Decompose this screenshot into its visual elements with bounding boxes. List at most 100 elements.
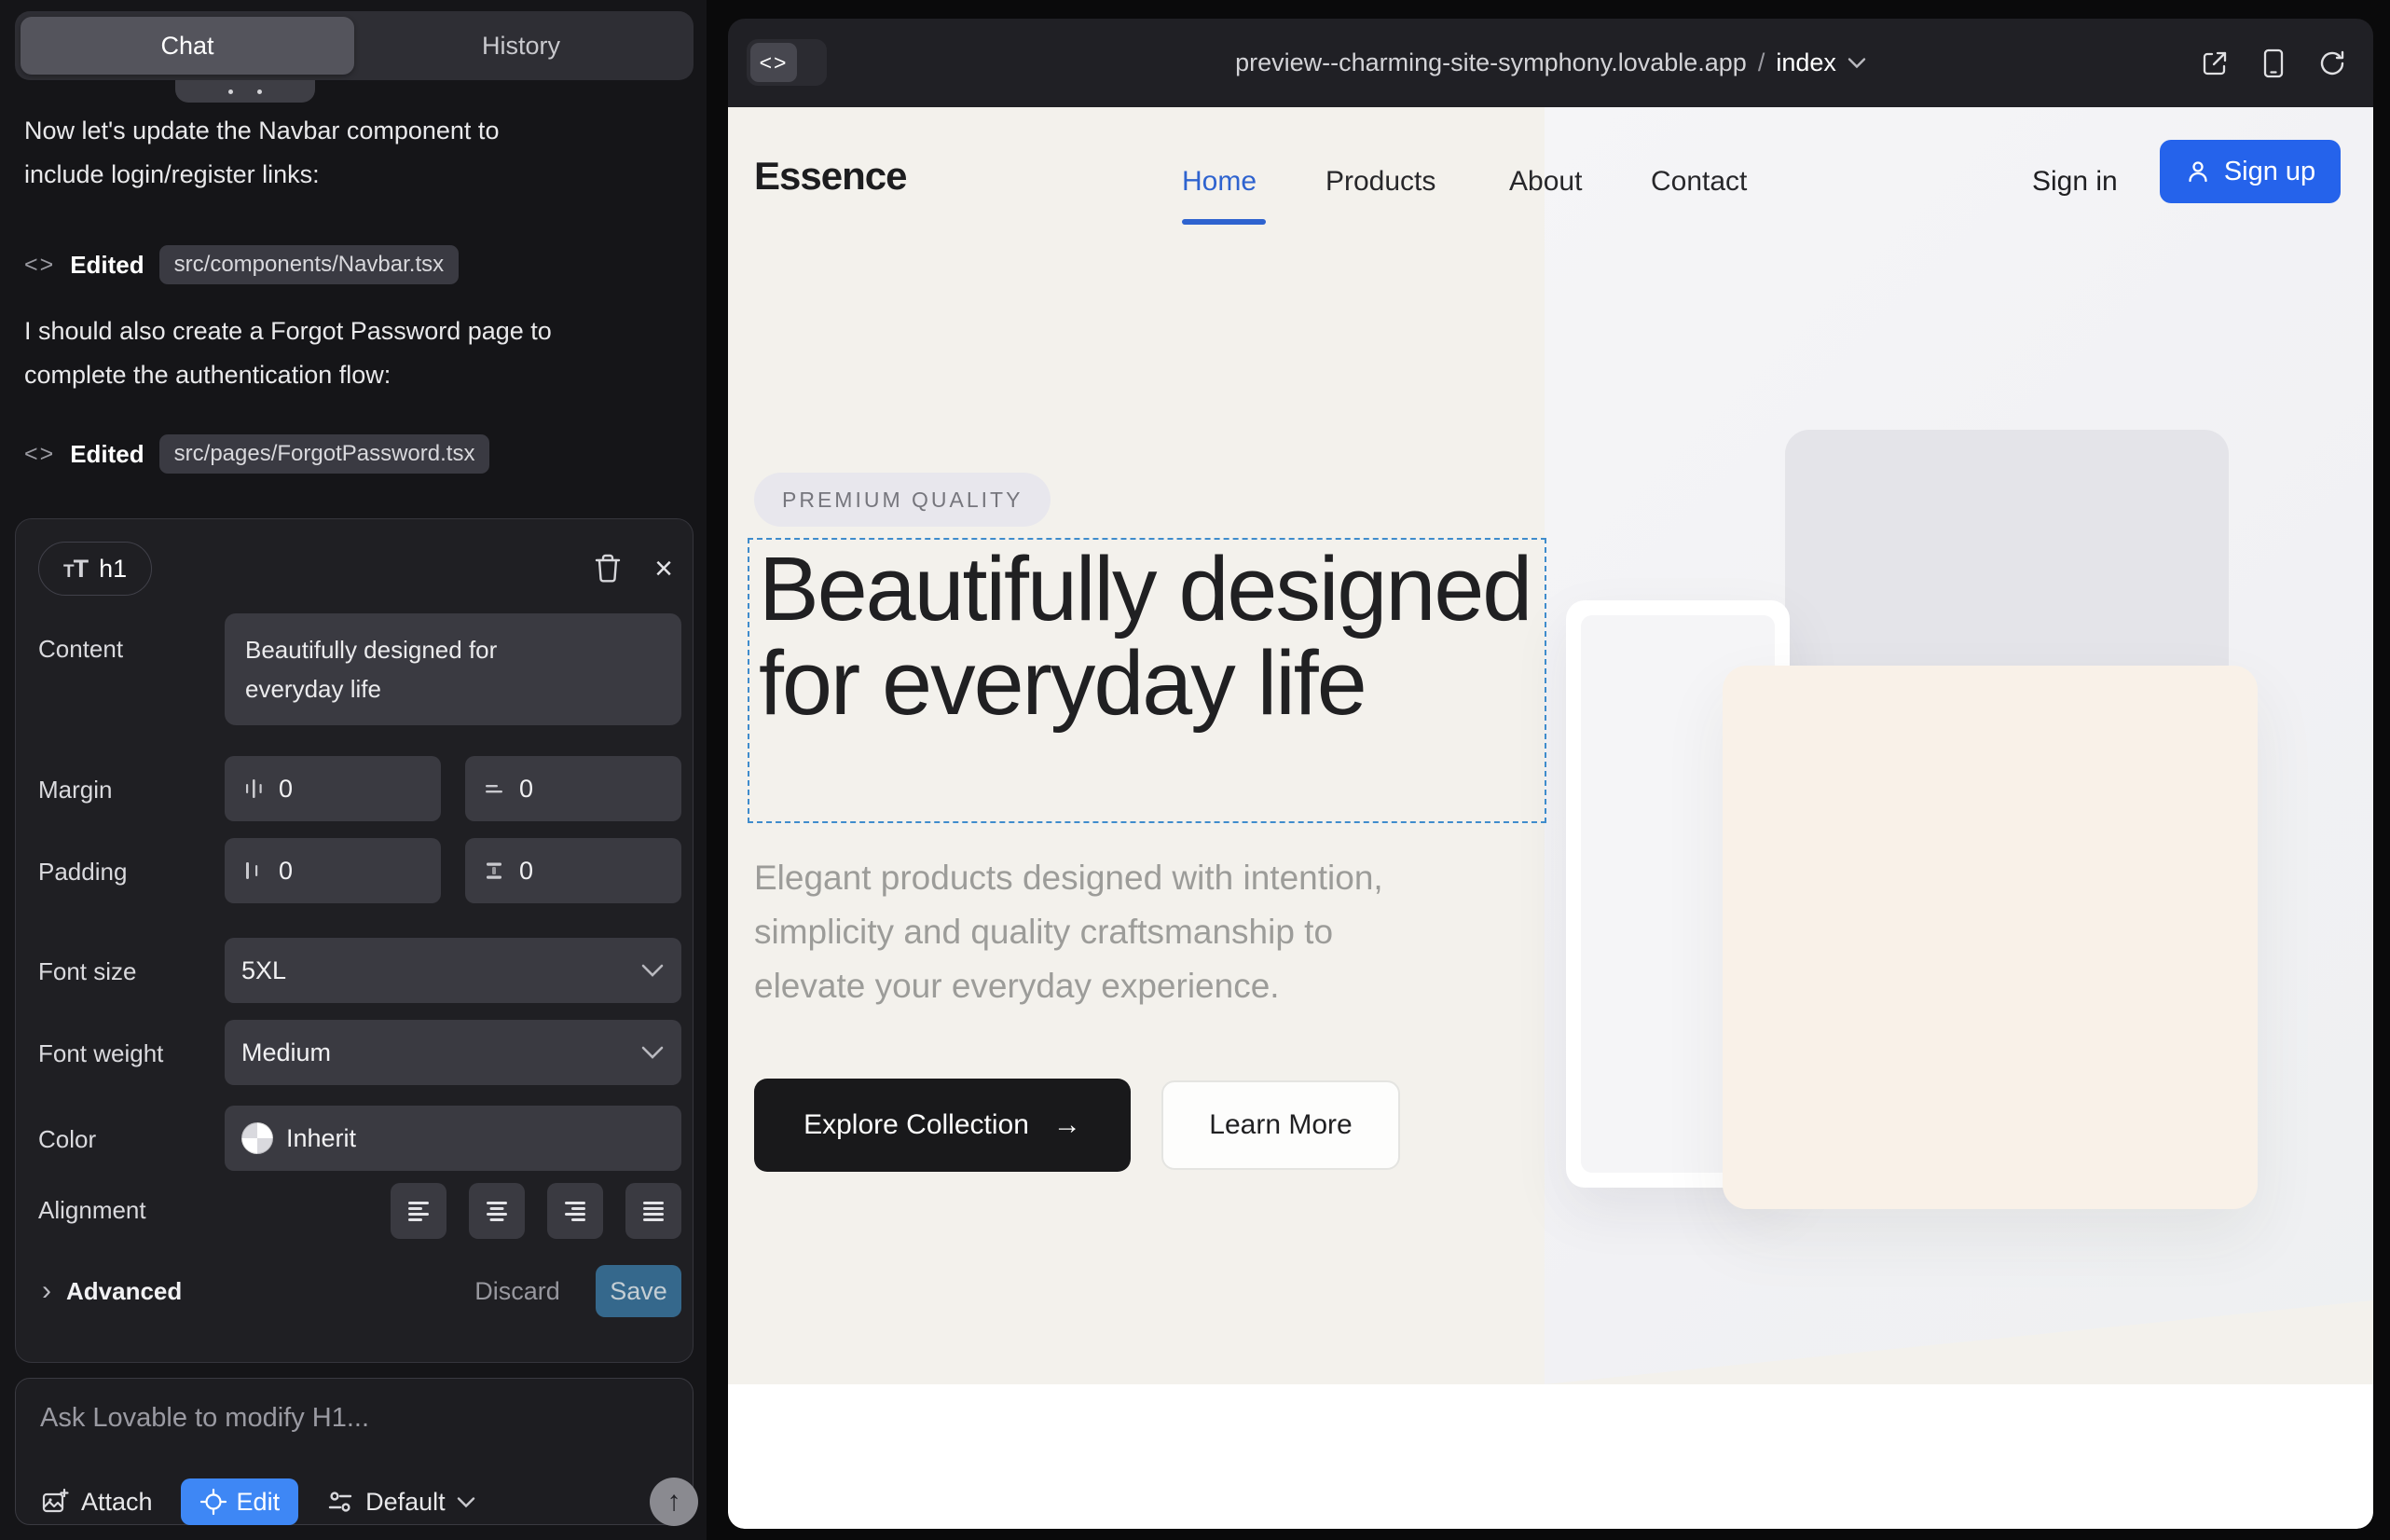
browser-actions <box>2200 19 2347 107</box>
arrow-right-icon: → <box>1053 1109 1081 1141</box>
margin-x-value: 0 <box>279 775 293 804</box>
explore-collection-label: Explore Collection <box>804 1109 1029 1141</box>
tab-history[interactable]: History <box>354 17 688 75</box>
align-right-button[interactable] <box>547 1183 603 1239</box>
assistant-message: Now let's update the Navbar component to… <box>24 109 682 197</box>
nav-link-contact[interactable]: Contact <box>1651 166 1747 198</box>
padding-label: Padding <box>38 858 127 887</box>
url-page: index <box>1776 48 1836 77</box>
crosshair-icon <box>199 1488 227 1516</box>
font-weight-label: Font weight <box>38 1039 163 1068</box>
selected-element-outline: Beautifully designed for everyday life <box>748 538 1546 823</box>
advanced-toggle[interactable]: › Advanced <box>42 1265 182 1317</box>
default-mode-dropdown[interactable]: Default <box>326 1488 475 1517</box>
content-label: Content <box>38 635 123 664</box>
arrow-up-icon: ↑ <box>667 1486 681 1518</box>
edited-label: Edited <box>70 251 144 280</box>
premium-quality-badge: PREMIUM QUALITY <box>754 473 1051 527</box>
edit-mode-button[interactable]: Edit <box>181 1478 299 1525</box>
url-bar[interactable]: preview--charming-site-symphony.lovable.… <box>728 19 2373 107</box>
padding-horizontal-icon <box>241 859 266 883</box>
align-left-button[interactable] <box>391 1183 446 1239</box>
attach-label: Attach <box>81 1488 153 1517</box>
attach-button[interactable]: Attach <box>40 1487 153 1517</box>
section-below-hero <box>728 1384 2373 1529</box>
truncated-badge <box>175 80 315 103</box>
default-label: Default <box>365 1488 446 1517</box>
chevron-down-icon <box>1847 57 1866 69</box>
nav-link-about[interactable]: About <box>1509 166 1582 198</box>
selected-element-pill: TT h1 <box>38 542 152 596</box>
font-weight-select[interactable]: Medium <box>225 1020 681 1085</box>
tab-chat[interactable]: Chat <box>21 17 354 75</box>
sign-up-button[interactable]: Sign up <box>2160 140 2341 203</box>
margin-vertical-icon <box>482 777 506 801</box>
preview-browser-bar: <> preview--charming-site-symphony.lovab… <box>728 19 2373 107</box>
nav-link-products[interactable]: Products <box>1325 166 1435 198</box>
mobile-view-icon[interactable] <box>2261 48 2286 79</box>
url-text: preview--charming-site-symphony.lovable.… <box>1235 48 1747 77</box>
prompt-input[interactable]: Ask Lovable to modify H1... <box>40 1403 369 1434</box>
prompt-composer[interactable]: Ask Lovable to modify H1... Attach Edit <box>15 1378 694 1525</box>
align-justify-icon <box>638 1195 669 1227</box>
learn-more-button[interactable]: Learn More <box>1161 1080 1400 1170</box>
preview-window: <> preview--charming-site-symphony.lovab… <box>728 19 2373 1529</box>
attach-image-icon <box>40 1487 70 1517</box>
color-input[interactable]: Inherit <box>225 1106 681 1171</box>
hero-paragraph: Elegant products designed with intention… <box>754 851 1528 1013</box>
open-external-icon[interactable] <box>2200 48 2230 78</box>
color-swatch-icon <box>241 1122 273 1154</box>
code-icon: <> <box>24 441 55 468</box>
chevron-down-icon <box>457 1496 475 1508</box>
typography-icon: TT <box>63 555 88 584</box>
padding-horizontal-input[interactable]: 0 <box>225 838 441 903</box>
code-icon: <> <box>24 252 55 279</box>
hero-heading[interactable]: Beautifully designed for everyday life <box>759 542 1542 730</box>
align-right-icon <box>559 1195 591 1227</box>
padding-vertical-input[interactable]: 0 <box>465 838 681 903</box>
decor-card-cream <box>1723 666 2258 1209</box>
explore-collection-button[interactable]: Explore Collection → <box>754 1079 1131 1172</box>
content-input[interactable]: Beautifully designed for everyday life <box>225 613 681 725</box>
margin-y-value: 0 <box>519 775 533 804</box>
margin-horizontal-icon <box>241 777 266 801</box>
close-panel-button[interactable]: × <box>642 547 685 590</box>
refresh-icon[interactable] <box>2317 48 2347 78</box>
edited-file-row: <> Edited src/pages/ForgotPassword.tsx <box>24 433 489 474</box>
save-button[interactable]: Save <box>596 1265 681 1317</box>
edited-label: Edited <box>70 440 144 469</box>
alignment-label: Alignment <box>38 1196 146 1225</box>
align-justify-button[interactable] <box>625 1183 681 1239</box>
font-size-value: 5XL <box>241 956 286 985</box>
font-weight-value: Medium <box>241 1038 331 1067</box>
site-logo[interactable]: Essence <box>754 154 906 199</box>
margin-label: Margin <box>38 776 112 804</box>
assistant-message: I should also create a Forgot Password p… <box>24 309 682 397</box>
sign-up-label: Sign up <box>2224 157 2315 187</box>
font-size-select[interactable]: 5XL <box>225 938 681 1003</box>
discard-button[interactable]: Discard <box>461 1265 573 1317</box>
element-editor-panel: TT h1 × Content Beautifully designed for… <box>15 518 694 1363</box>
user-icon <box>2185 158 2211 185</box>
close-icon: × <box>654 553 673 584</box>
file-chip[interactable]: src/components/Navbar.tsx <box>159 245 459 284</box>
send-button[interactable]: ↑ <box>650 1478 698 1526</box>
chat-sidebar: Chat History Now let's update the Navbar… <box>0 0 707 1540</box>
margin-horizontal-input[interactable]: 0 <box>225 756 441 821</box>
edited-file-row: <> Edited src/components/Navbar.tsx <box>24 244 459 285</box>
chevron-right-icon: › <box>42 1275 51 1307</box>
chevron-down-icon <box>640 963 665 978</box>
align-center-button[interactable] <box>469 1183 525 1239</box>
sliders-icon <box>326 1488 354 1516</box>
margin-vertical-input[interactable]: 0 <box>465 756 681 821</box>
file-chip[interactable]: src/pages/ForgotPassword.tsx <box>159 434 490 474</box>
chevron-down-icon <box>640 1045 665 1060</box>
composer-toolbar: Attach Edit Default <box>40 1478 475 1526</box>
nav-link-home[interactable]: Home <box>1182 166 1257 198</box>
delete-element-button[interactable] <box>586 547 629 590</box>
url-separator: / <box>1758 48 1765 77</box>
advanced-label: Advanced <box>66 1277 182 1306</box>
color-value: Inherit <box>286 1124 356 1153</box>
sign-in-link[interactable]: Sign in <box>2032 166 2118 198</box>
font-size-label: Font size <box>38 957 137 986</box>
